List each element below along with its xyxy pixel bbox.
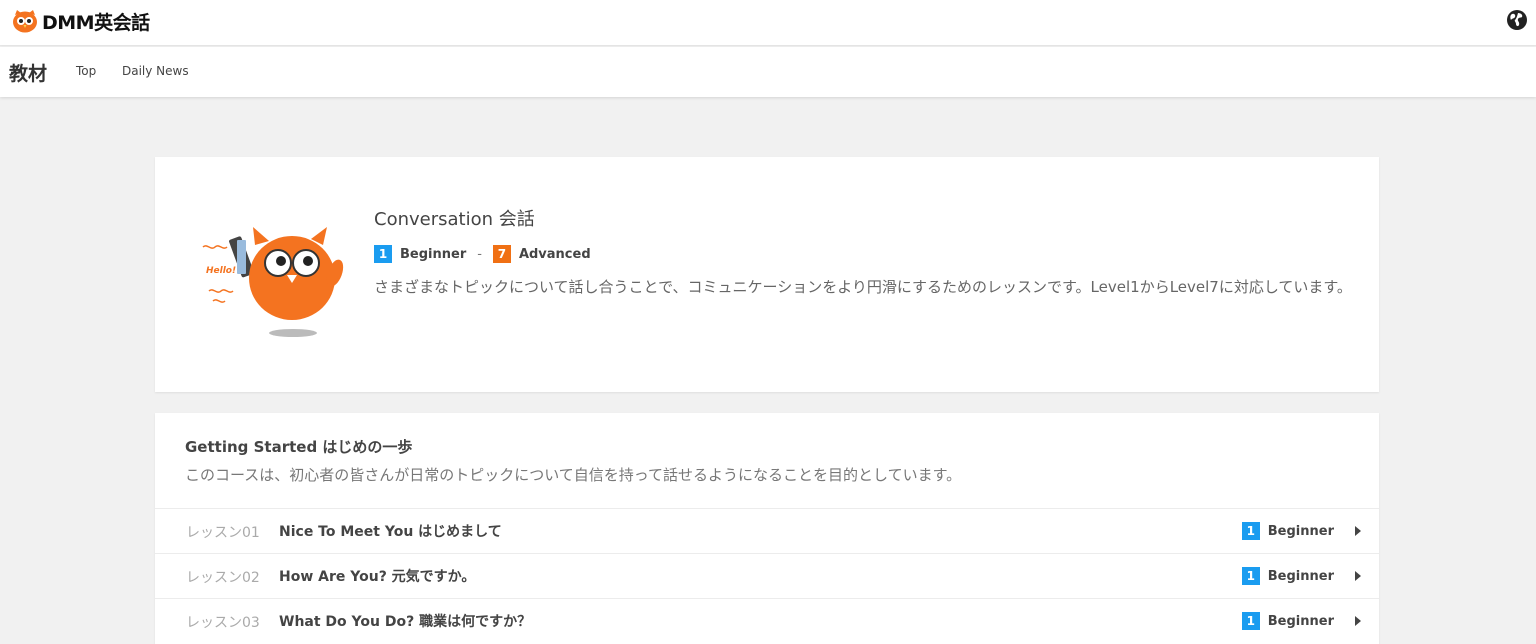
level-badge: 1 <box>1241 612 1260 630</box>
level-end-label: Advanced <box>518 246 591 262</box>
nav-link-daily-news[interactable]: Daily News <box>122 64 189 78</box>
level-label: Beginner <box>1267 613 1334 629</box>
lesson-title: Nice To Meet You はじめまして <box>279 524 502 540</box>
page-title: 教材 <box>9 63 48 85</box>
lesson-number: レッスン02 <box>186 570 260 586</box>
course-title: Conversation 会話 <box>374 209 535 230</box>
nav-link-top[interactable]: Top <box>76 64 96 78</box>
lesson-number: レッスン03 <box>186 615 260 631</box>
course-description: さまざまなトピックについて話し合うことで、コミュニケーションをより円滑にするため… <box>374 278 1352 296</box>
lesson-level: 1 Beginner <box>1241 522 1334 540</box>
chapter-description: このコースは、初心者の皆さんが日常のトピックについて自信を持って話せるようになる… <box>185 466 962 484</box>
level-separator: - <box>477 246 482 262</box>
level-start-badge: 1 <box>374 245 392 263</box>
owl-phone-illustration: Hello! <box>202 227 344 337</box>
lesson-number: レッスン01 <box>186 525 260 541</box>
top-header: DMM英会話 <box>0 0 1536 46</box>
chapter-title: Getting Started はじめの一歩 <box>185 438 413 456</box>
level-range: 1 Beginner - 7 Advanced <box>374 245 591 263</box>
level-badge: 1 <box>1241 522 1260 540</box>
globe-icon[interactable] <box>1506 9 1528 31</box>
level-badge: 1 <box>1241 567 1260 585</box>
chevron-right-icon <box>1355 526 1361 536</box>
logo-text: DMM英会話 <box>42 11 150 34</box>
lesson-level: 1 Beginner <box>1241 612 1334 630</box>
lesson-row[interactable]: レッスン03 What Do You Do? 職業は何ですか？ 1 Beginn… <box>155 598 1379 643</box>
lesson-row[interactable]: レッスン01 Nice To Meet You はじめまして 1 Beginne… <box>155 508 1379 553</box>
level-label: Beginner <box>1267 523 1334 539</box>
lesson-title: How Are You? 元気ですか。 <box>279 569 476 585</box>
dmm-logo[interactable]: DMM英会話 <box>12 8 150 34</box>
lesson-level: 1 Beginner <box>1241 567 1334 585</box>
lesson-title: What Do You Do? 職業は何ですか？ <box>279 614 532 630</box>
course-card: Hello! Conversation 会話 1 Beginner - 7 Ad… <box>155 157 1379 392</box>
chapter-card: Getting Started はじめの一歩 このコースは、初心者の皆さんが日常… <box>155 413 1379 644</box>
chevron-right-icon <box>1355 616 1361 626</box>
lesson-row[interactable]: レッスン02 How Are You? 元気ですか。 1 Beginner <box>155 553 1379 598</box>
level-label: Beginner <box>1267 568 1334 584</box>
level-start-label: Beginner <box>400 246 467 262</box>
level-end-badge: 7 <box>492 245 511 263</box>
owl-logo-icon <box>13 10 37 33</box>
chevron-right-icon <box>1355 571 1361 581</box>
hello-text: Hello! <box>206 266 236 276</box>
sub-navigation: 教材 Top Daily News <box>0 47 1536 97</box>
